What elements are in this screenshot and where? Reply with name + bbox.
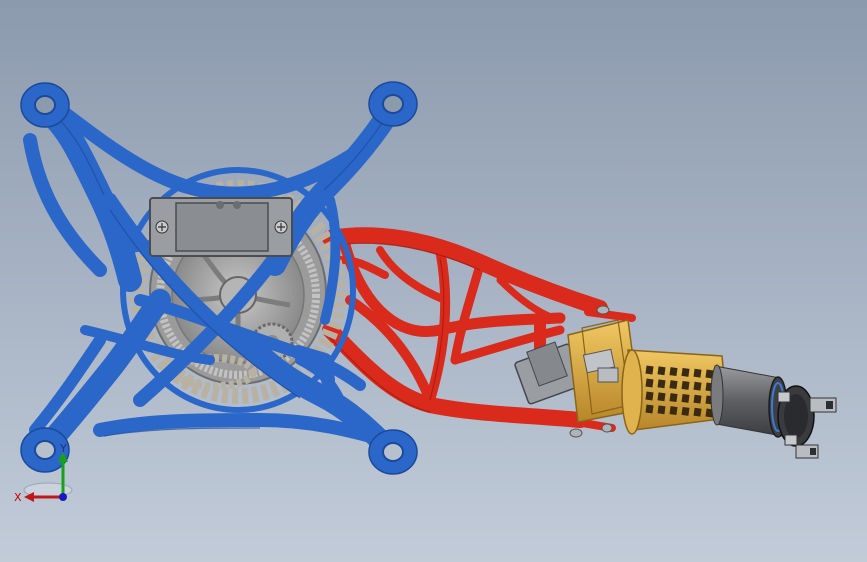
lattice-window <box>693 368 702 378</box>
servo-screw-right-icon <box>274 220 288 234</box>
x-axis-label: X <box>14 491 22 504</box>
lattice-window <box>693 407 702 417</box>
lattice-window <box>645 378 654 388</box>
z-axis-origin-icon <box>59 493 67 501</box>
mount-hole-top-right[interactable] <box>368 81 418 127</box>
cad-3d-viewport[interactable] <box>0 0 867 562</box>
lattice-window <box>645 391 654 401</box>
servo-screw-left-icon <box>155 220 169 234</box>
coordinate-triad[interactable]: Y X <box>10 440 80 510</box>
frame-servo-motor[interactable] <box>149 197 293 257</box>
lattice-window <box>669 380 678 390</box>
mount-hole-bottom-right[interactable] <box>368 429 418 475</box>
lattice-window <box>681 406 690 416</box>
mount-hole-top-left[interactable] <box>20 82 70 128</box>
y-axis-label: Y <box>59 442 67 455</box>
lattice-window <box>669 367 678 377</box>
lattice-window <box>681 393 690 403</box>
lattice-window <box>657 392 666 402</box>
lattice-window <box>693 394 702 404</box>
lattice-window <box>669 406 678 416</box>
lattice-window <box>657 366 666 376</box>
lattice-window <box>681 367 690 377</box>
gripper-jaw-top <box>809 397 837 413</box>
lattice-window <box>645 365 654 375</box>
lattice-window <box>645 404 654 414</box>
lattice-window <box>657 405 666 415</box>
lattice-window <box>693 381 702 391</box>
lattice-window <box>681 380 690 390</box>
lattice-window <box>657 379 666 389</box>
gripper-jaw-bottom <box>795 444 819 459</box>
lattice-window <box>669 393 678 403</box>
